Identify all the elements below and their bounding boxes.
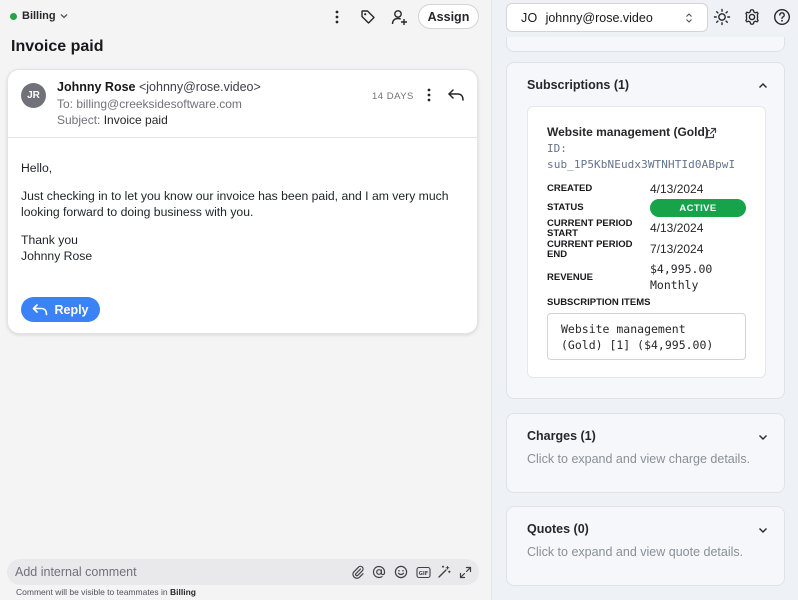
message-signoff: Thank you xyxy=(21,233,78,247)
subscription-id: sub_1P5KbNEudx3WTNHTId0ABpwI xyxy=(547,158,736,171)
created-label: CREATED xyxy=(547,183,593,194)
comment-input[interactable] xyxy=(15,563,335,581)
recipient-line: To: billing@creeksidesoftware.com xyxy=(57,97,242,111)
more-vertical-icon[interactable] xyxy=(326,6,348,28)
subscription-items-label: SUBSCRIPTION ITEMS xyxy=(547,297,651,308)
period-start-label: CURRENT PERIOD START xyxy=(547,218,633,239)
subscription-name-link[interactable]: Website management (Gold) xyxy=(547,125,709,139)
subject-line: Subject: Invoice paid xyxy=(57,113,168,127)
magic-wand-icon[interactable] xyxy=(435,563,453,581)
charges-panel: Charges (1) Click to expand and view cha… xyxy=(506,413,785,493)
sender-email: <johnny@rose.video> xyxy=(138,80,261,94)
period-start-value: 4/13/2024 xyxy=(650,221,704,235)
external-link-icon[interactable] xyxy=(704,126,718,140)
chevron-down-icon[interactable] xyxy=(756,523,770,537)
reply-label: Reply xyxy=(54,302,89,317)
message-card: JR Johnny Rose <johnny@rose.video> To: b… xyxy=(7,69,478,334)
revenue-label: REVENUE xyxy=(547,272,593,283)
expand-icon[interactable] xyxy=(456,563,474,581)
comment-visibility-hint: Comment will be visible to teammates in … xyxy=(16,587,196,597)
contact-initials: JO xyxy=(521,10,538,25)
subject-value: Invoice paid xyxy=(103,113,168,127)
assign-button[interactable]: Assign xyxy=(418,4,479,29)
tag-icon[interactable] xyxy=(357,6,379,28)
message-more-icon[interactable] xyxy=(419,85,439,105)
revenue-amount: $4,995.00 xyxy=(650,262,713,276)
add-user-icon[interactable] xyxy=(388,6,410,28)
charges-hint: Click to expand and view charge details. xyxy=(527,452,751,466)
quotes-panel: Quotes (0) Click to expand and view quot… xyxy=(506,506,785,586)
reply-icon xyxy=(33,304,48,316)
reply-button[interactable]: Reply xyxy=(21,297,100,322)
subscription-card: Website management (Gold) ID: sub_1P5KbN… xyxy=(527,106,766,378)
subscription-items-value: Website management (Gold) [1] ($4,995.00… xyxy=(547,313,746,360)
subscription-id-label: ID: xyxy=(547,142,567,155)
sender-name: Johnny Rose xyxy=(57,80,136,94)
chevron-up-icon[interactable] xyxy=(756,79,770,93)
quotes-hint: Click to expand and view quote details. xyxy=(527,545,744,559)
gif-icon[interactable]: GIF xyxy=(414,563,432,581)
contact-selector[interactable]: JO johnny@rose.video xyxy=(506,3,708,32)
emoji-icon[interactable] xyxy=(392,563,410,581)
svg-text:GIF: GIF xyxy=(418,571,427,577)
status-badge: ACTIVE xyxy=(650,199,746,217)
previous-panel-edge xyxy=(506,37,785,52)
quotes-header[interactable]: Quotes (0) xyxy=(527,522,589,536)
context-sidebar: JO johnny@rose.video Subscriptions (1) W… xyxy=(491,0,798,600)
help-icon[interactable] xyxy=(772,7,792,27)
message-paragraph: Just checking in to let you know our inv… xyxy=(21,189,449,219)
message-signature: Johnny Rose xyxy=(21,249,93,263)
charges-header[interactable]: Charges (1) xyxy=(527,429,596,443)
message-paragraph: Hello, xyxy=(21,161,53,175)
mailbox-selector[interactable]: Billing xyxy=(10,10,69,22)
message-divider xyxy=(8,137,477,138)
at-icon[interactable] xyxy=(370,563,388,581)
subscriptions-panel: Subscriptions (1) Website management (Go… xyxy=(506,62,785,399)
recipient-email: billing@creeksidesoftware.com xyxy=(76,97,242,111)
gear-icon[interactable] xyxy=(742,7,762,27)
mailbox-label: Billing xyxy=(22,10,56,22)
period-end-label: CURRENT PERIOD END xyxy=(547,239,633,260)
revenue-interval: Monthly xyxy=(650,278,699,292)
status-label: STATUS xyxy=(547,202,584,213)
sun-icon[interactable] xyxy=(712,7,732,27)
chevron-down-icon[interactable] xyxy=(756,430,770,444)
avatar: JR xyxy=(21,83,46,108)
conversation-title: Invoice paid xyxy=(11,38,104,55)
conversation-toolbar: Billing Assign xyxy=(0,0,491,34)
created-value: 4/13/2024 xyxy=(650,182,704,196)
conversation-pane: Billing Assign Invoice paid JR Johnny Ro… xyxy=(0,0,491,600)
subscriptions-header[interactable]: Subscriptions (1) xyxy=(527,78,629,92)
sender-line: Johnny Rose <johnny@rose.video> xyxy=(57,80,261,94)
hint-mailbox: Billing xyxy=(170,587,196,597)
to-prefix: To: xyxy=(57,97,77,111)
message-timestamp: 14 DAYS xyxy=(372,91,414,102)
chevron-down-icon xyxy=(60,14,68,19)
mailbox-status-dot xyxy=(10,12,17,20)
hint-text: Comment will be visible to teammates in xyxy=(16,587,171,597)
reply-icon[interactable] xyxy=(445,85,467,105)
subject-prefix: Subject: xyxy=(57,113,104,127)
message-body: Hello, Just checking in to let you know … xyxy=(21,160,461,264)
paperclip-icon[interactable] xyxy=(349,563,367,581)
updown-icon xyxy=(686,13,692,23)
period-end-value: 7/13/2024 xyxy=(650,242,704,256)
comment-composer: GIF xyxy=(7,559,479,585)
contact-email: johnny@rose.video xyxy=(545,10,653,25)
